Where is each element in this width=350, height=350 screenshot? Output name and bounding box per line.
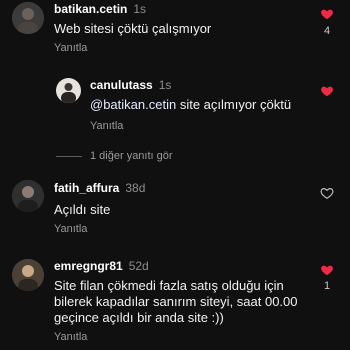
comment-username[interactable]: canulutass 1s [90,78,171,92]
comment-timestamp: 52d [128,259,149,273]
like-count: 4 [323,25,331,37]
comment-username[interactable]: emregngr81 52d [54,259,149,273]
reply-comment-item: canulutass 1s @batikan.cetin site açılmıy… [0,76,350,136]
comment-timestamp: 38d [125,181,146,195]
comment-item: emregngr81 52d Site filan çökmedi fazla s… [0,257,350,350]
avatar[interactable] [12,2,44,34]
comment-item: batikan.cetin 1s Web sitesi çöktü çalışmı… [0,0,350,60]
comment-timestamp: 1s [158,78,172,92]
avatar[interactable] [12,259,44,291]
view-more-replies-button[interactable]: 1 diğer yanıtı gör [56,150,173,162]
avatar[interactable] [12,180,44,212]
avatar-photo-icon [12,259,44,291]
reply-button[interactable]: Yanıtla [54,223,87,235]
avatar[interactable] [56,78,81,103]
like-heart-icon[interactable] [320,84,334,98]
reply-button[interactable]: Yanıtla [54,42,87,54]
like-heart-icon[interactable] [320,7,334,21]
reply-button[interactable]: Yanıtla [90,120,123,132]
like-heart-outline-icon[interactable] [320,186,334,200]
divider-line [56,155,82,157]
avatar-photo-icon [12,180,44,212]
comment-text: Açıldı site [54,202,111,217]
like-count: 1 [323,280,331,292]
reply-button[interactable]: Yanıtla [54,331,87,343]
comment-text: Web sitesi çöktü çalışmıyor [54,21,212,36]
like-heart-icon[interactable] [320,263,334,277]
comment-text: @batikan.cetin site açılmıyor çöktü [90,97,292,112]
comment-username[interactable]: batikan.cetin 1s [54,2,146,16]
comment-timestamp: 1s [133,2,147,16]
avatar-photo-icon [56,78,81,103]
comment-username[interactable]: fatih_affura 38d [54,181,145,195]
avatar-photo-icon [12,2,44,34]
comment-item: fatih_affura 38d Açıldı site Yanıtla [0,178,350,238]
mention-link[interactable]: @batikan.cetin [90,97,176,112]
comment-text: Site filan çökmedi fazla satış olduğu iç… [54,278,298,325]
